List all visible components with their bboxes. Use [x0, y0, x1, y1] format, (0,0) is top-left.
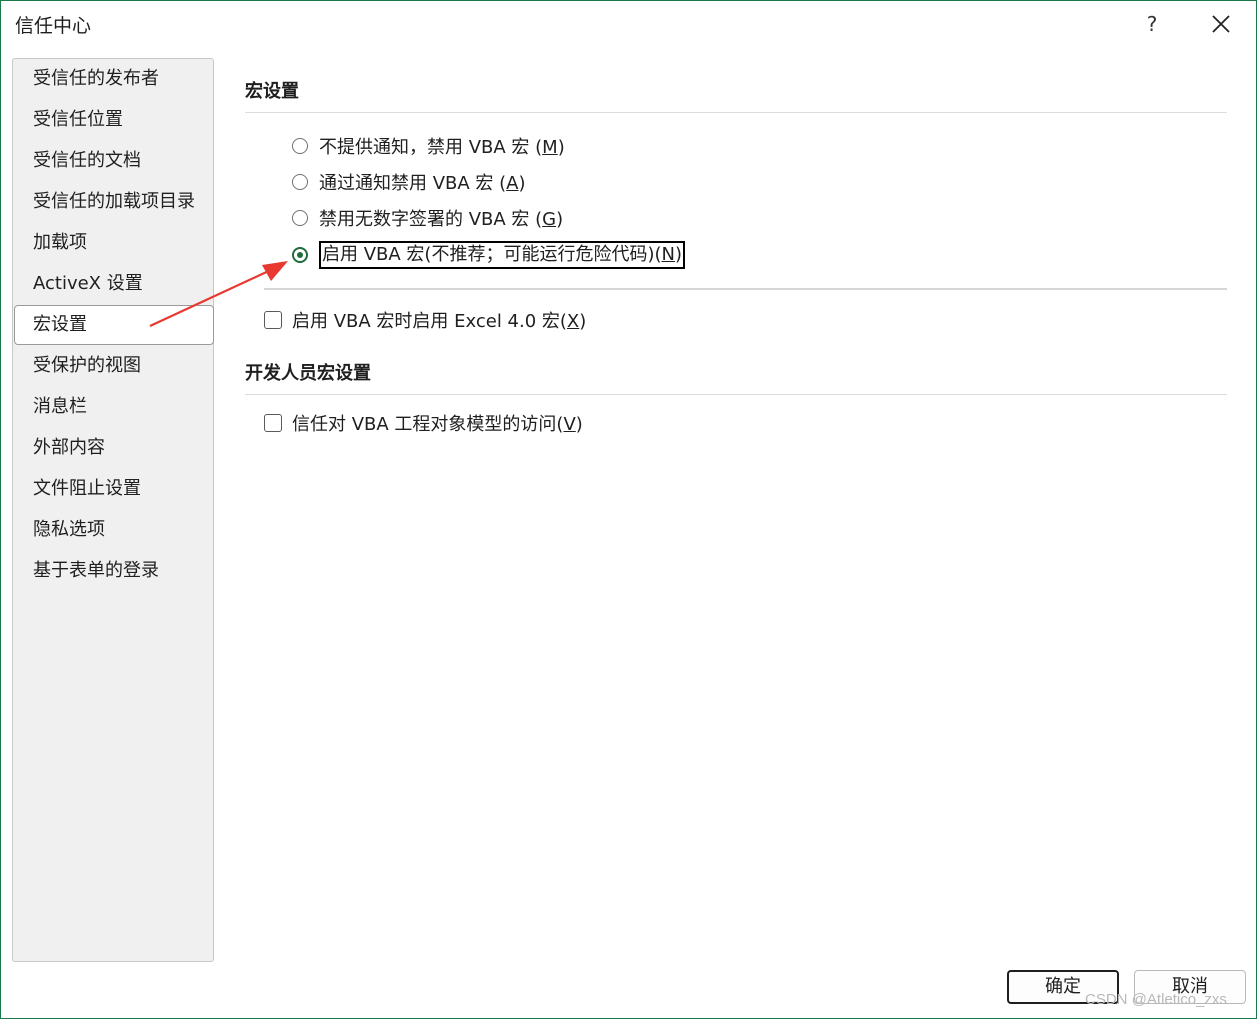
option-label: 信任对 VBA 工程对象模型的访问(V) [292, 414, 583, 435]
trust-center-dialog: 信任中心 ? 受信任的发布者 受信任位置 受信任的文档 受信任的加载项目录 加载… [0, 0, 1257, 1019]
checkbox-enable-excel4-macros[interactable]: 启用 VBA 宏时启用 Excel 4.0 宏(X) [264, 305, 586, 335]
option-label: 不提供通知，禁用 VBA 宏 (M) [319, 137, 565, 158]
sidebar-item-privacy-options[interactable]: 隐私选项 [14, 510, 214, 550]
option-label: 禁用无数字签署的 VBA 宏 (G) [319, 209, 564, 230]
radio-enable-all-macros[interactable]: 启用 VBA 宏(不推荐；可能运行危险代码)(N) [292, 240, 685, 270]
sidebar-item-protected-view[interactable]: 受保护的视图 [14, 346, 214, 386]
sidebar-item-file-block-settings[interactable]: 文件阻止设置 [14, 469, 214, 509]
option-label: 通过通知禁用 VBA 宏 (A) [319, 173, 526, 194]
help-button[interactable]: ? [1139, 9, 1165, 39]
sidebar-item-trusted-locations[interactable]: 受信任位置 [14, 100, 214, 140]
option-label: 启用 VBA 宏(不推荐；可能运行危险代码)(N) [319, 241, 685, 269]
radio-disable-except-signed[interactable]: 禁用无数字签署的 VBA 宏 (G) [292, 203, 563, 233]
developer-macro-settings-heading: 开发人员宏设置 [245, 363, 371, 384]
section-divider [245, 112, 1227, 113]
close-button[interactable] [1205, 9, 1237, 39]
checkbox[interactable] [264, 414, 282, 432]
sidebar-item-trusted-documents[interactable]: 受信任的文档 [14, 141, 214, 181]
sidebar-item-external-content[interactable]: 外部内容 [14, 428, 214, 468]
annotation-arrow-icon [149, 261, 288, 327]
checkbox-trust-vba-object-model[interactable]: 信任对 VBA 工程对象模型的访问(V) [264, 408, 583, 438]
sidebar-item-trusted-publishers[interactable]: 受信任的发布者 [14, 59, 214, 99]
radio-button[interactable] [292, 210, 308, 226]
sidebar-item-form-based-sign-in[interactable]: 基于表单的登录 [14, 551, 214, 591]
radio-disable-no-notification[interactable]: 不提供通知，禁用 VBA 宏 (M) [292, 131, 565, 161]
options-separator [264, 288, 1227, 290]
sidebar-item-trusted-addin-catalogs[interactable]: 受信任的加载项目录 [14, 182, 214, 222]
macro-settings-heading: 宏设置 [245, 81, 299, 102]
option-label: 启用 VBA 宏时启用 Excel 4.0 宏(X) [292, 311, 587, 332]
radio-button[interactable] [292, 174, 308, 190]
radio-button[interactable] [292, 138, 308, 154]
sidebar-nav: 受信任的发布者 受信任位置 受信任的文档 受信任的加载项目录 加载项 Activ… [12, 58, 214, 962]
radio-disable-with-notification[interactable]: 通过通知禁用 VBA 宏 (A) [292, 167, 526, 197]
watermark: CSDN @Atletico_zxs [1085, 991, 1227, 1008]
sidebar-item-message-bar[interactable]: 消息栏 [14, 387, 214, 427]
section-divider [245, 394, 1227, 395]
window-title: 信任中心 [15, 15, 92, 37]
close-icon [1212, 15, 1230, 33]
